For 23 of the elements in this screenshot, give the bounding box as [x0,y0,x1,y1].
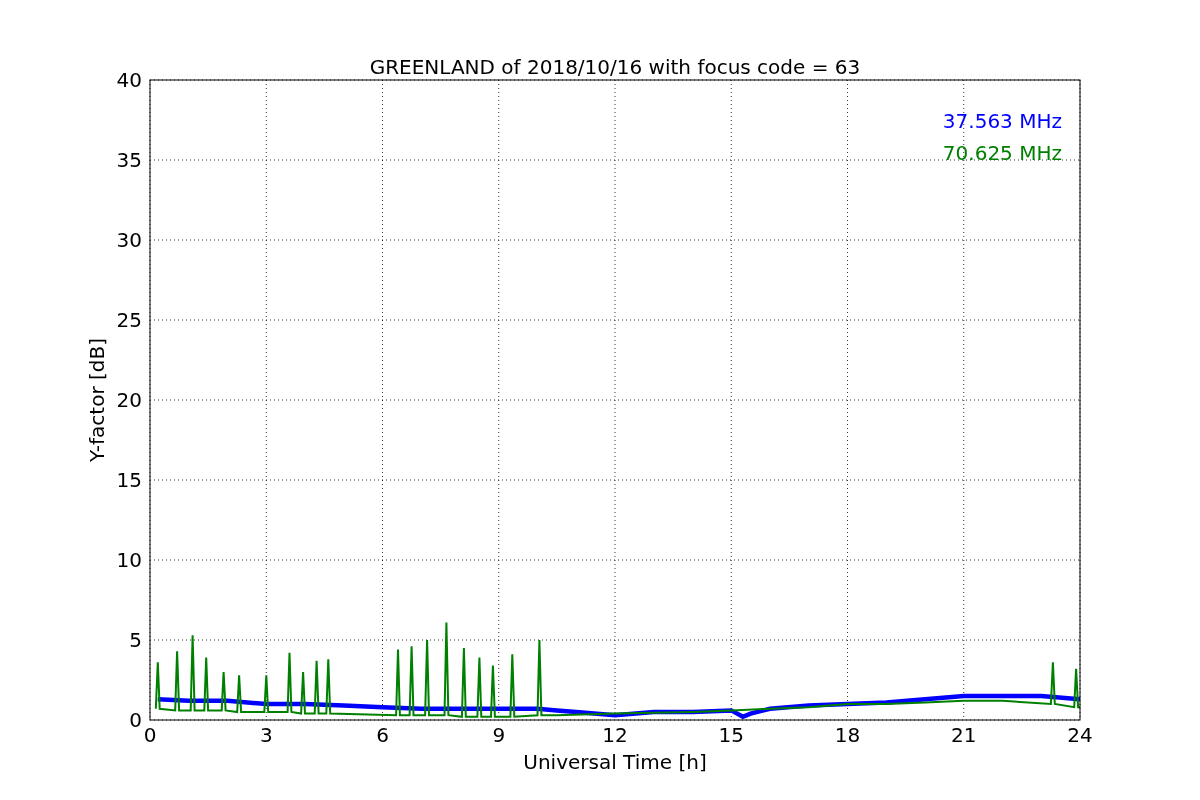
tick-label: 0 [143,723,157,747]
axis-label: Universal Time [h] [523,750,707,774]
legend-label: 37.563 MHz [942,109,1062,133]
tick-label: 24 [1067,723,1093,747]
tick-label: 5 [129,628,142,652]
tick-label: 25 [116,308,142,332]
axis-label: Y-factor [dB] [85,338,109,462]
tick-label: 15 [718,723,744,747]
legend-label: 70.625 MHz [942,141,1062,165]
tick-label: 0 [129,708,142,732]
tick-label: 6 [376,723,389,747]
tick-label: 15 [116,468,142,492]
tick-label: 30 [116,228,142,252]
tick-label: 35 [116,148,142,172]
chart-title: GREENLAND of 2018/10/16 with focus code = 63 [369,55,861,79]
tick-label: 10 [116,548,142,572]
tick-label: 40 [116,68,142,92]
tick-label: 3 [259,723,273,747]
tick-label: 9 [492,723,506,747]
tick-label: 12 [602,723,628,747]
tick-label: 21 [951,723,977,747]
tick-label: 18 [834,723,861,747]
tick-label: 20 [116,388,142,412]
